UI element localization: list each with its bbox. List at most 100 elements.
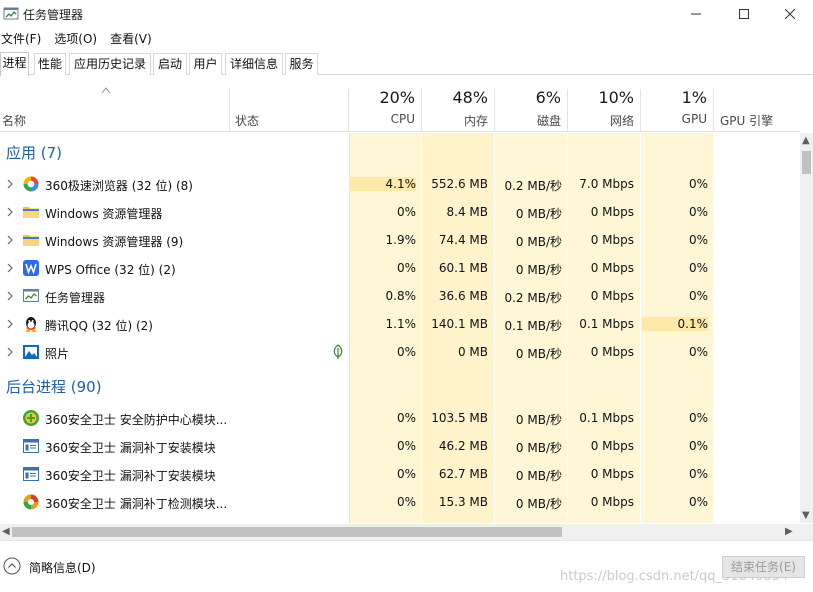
process-name: 360安全卫士 漏洞补丁检测模块... — [45, 497, 228, 511]
menu-view[interactable]: 查看(V) — [109, 29, 152, 49]
gpu-value: 0% — [688, 233, 708, 247]
table-row[interactable]: 360安全卫士 漏洞补丁安装模块 0% 46.2 MB 0 MB/秒 0 Mbp… — [0, 432, 800, 460]
column-divider[interactable] — [640, 89, 641, 132]
header-disk[interactable]: 磁盘 — [496, 112, 561, 129]
folder-icon — [23, 207, 39, 218]
chevron-right-icon[interactable] — [6, 179, 14, 189]
header-name[interactable]: 名称 — [2, 112, 26, 129]
scroll-right-icon[interactable]: ▶ — [785, 526, 793, 537]
header-network-percent[interactable]: 10% — [569, 88, 634, 107]
close-icon — [785, 9, 795, 19]
minimize-button[interactable] — [673, 0, 719, 28]
tab-performance[interactable]: 性能 — [34, 53, 66, 75]
table-row[interactable]: 360安全卫士 安全防护中心模块... 0% 103.5 MB 0 MB/秒 0… — [0, 404, 800, 432]
header-gpu-engine[interactable]: GPU 引擎 — [720, 112, 773, 129]
cpu-value: 0% — [396, 439, 416, 453]
process-name: 腾讯QQ (32 位) (2) — [45, 319, 153, 333]
table-row[interactable]: 360安全卫士 漏洞补丁安装模块 0% 62.7 MB 0 MB/秒 0 Mbp… — [0, 460, 800, 488]
maximize-button[interactable] — [721, 0, 767, 28]
vertical-scrollbar[interactable]: ▲ ▼ — [800, 133, 813, 523]
menu-file[interactable]: 文件(F) — [0, 29, 41, 49]
table-row[interactable]: Windows 资源管理器 0% 8.4 MB 0 MB/秒 0 Mbps 0% — [0, 198, 800, 226]
tab-users[interactable]: 用户 — [189, 53, 222, 75]
column-divider[interactable] — [567, 89, 568, 132]
chevron-right-icon[interactable] — [6, 235, 14, 245]
network-value: 0 Mbps — [590, 439, 634, 453]
table-row[interactable]: 任务管理器 0.8% 36.6 MB 0.2 MB/秒 0 Mbps 0% — [0, 282, 800, 310]
tab-services[interactable]: 服务 — [285, 53, 318, 75]
gpu-value: 0.1% — [642, 317, 708, 331]
network-value: 0.1 Mbps — [579, 411, 634, 425]
chevron-right-icon[interactable] — [6, 319, 14, 329]
table-row[interactable]: 360极速浏览器 (32 位) (8) 4.1% 552.6 MB 0.2 MB… — [0, 170, 800, 198]
table-row[interactable]: Windows 资源管理器 (9) 1.9% 74.4 MB 0 MB/秒 0 … — [0, 226, 800, 254]
window-title: 任务管理器 — [23, 8, 84, 22]
header-gpu-percent[interactable]: 1% — [642, 88, 707, 107]
cpu-value: 0% — [396, 495, 416, 509]
gpu-value: 0% — [688, 495, 708, 509]
close-button[interactable] — [767, 0, 813, 28]
header-disk-percent[interactable]: 6% — [496, 88, 561, 107]
header-cpu[interactable]: CPU — [350, 112, 415, 126]
scroll-down-icon[interactable]: ▼ — [802, 510, 810, 521]
patch-installer-icon — [23, 467, 39, 481]
disk-value: 0 MB/秒 — [515, 469, 562, 483]
gpu-value: 0% — [688, 467, 708, 481]
header-gpu[interactable]: GPU — [642, 112, 707, 126]
network-value: 0 Mbps — [590, 467, 634, 481]
header-cpu-percent[interactable]: 20% — [350, 88, 415, 107]
memory-value: 62.7 MB — [438, 467, 488, 481]
menu-options[interactable]: 选项(O) — [53, 29, 97, 49]
maximize-icon — [739, 9, 749, 19]
process-name: Windows 资源管理器 — [45, 207, 163, 221]
process-list: 应用 (7) 360极速浏览器 (32 位) (8) 4.1% 552.6 MB… — [0, 133, 800, 523]
table-row[interactable]: 360安全卫士 漏洞补丁检测模块... 0% 15.3 MB 0 MB/秒 0 … — [0, 488, 800, 516]
header-network[interactable]: 网络 — [569, 112, 634, 129]
group-title-background: 后台进程 (90) — [6, 378, 102, 396]
cpu-value: 0% — [396, 205, 416, 219]
tab-app-history[interactable]: 应用历史记录 — [69, 53, 151, 75]
group-background[interactable]: 后台进程 (90) — [0, 367, 800, 401]
tab-processes[interactable]: 进程 — [0, 52, 29, 76]
table-row[interactable]: 照片 0% 0 MB 0 MB/秒 0 Mbps 0% — [0, 338, 800, 366]
fewer-details-link[interactable]: 简略信息(D) — [29, 559, 96, 576]
column-divider[interactable] — [229, 89, 230, 132]
header-status[interactable]: 状态 — [235, 112, 259, 129]
folder-icon — [23, 235, 39, 246]
scroll-left-icon[interactable]: ◀ — [2, 526, 10, 537]
chevron-right-icon[interactable] — [6, 207, 14, 217]
chevron-right-icon[interactable] — [6, 263, 14, 273]
task-manager-icon — [3, 7, 19, 20]
tab-startup[interactable]: 启动 — [153, 53, 187, 75]
group-apps[interactable]: 应用 (7) — [0, 133, 800, 167]
horizontal-scrollbar[interactable]: ◀ ▶ — [0, 524, 813, 540]
360-browser-icon — [23, 176, 39, 192]
disk-value: 0 MB/秒 — [515, 413, 562, 427]
scroll-up-icon[interactable]: ▲ — [802, 135, 810, 146]
cpu-value: 0% — [396, 467, 416, 481]
end-task-button[interactable]: 结束任务(E) — [722, 556, 805, 578]
chevron-right-icon[interactable] — [6, 291, 14, 301]
column-divider[interactable] — [348, 89, 349, 132]
column-header: 名称 状态 20% CPU 48% 内存 6% 磁盘 10% 网络 1% GPU… — [0, 76, 800, 132]
header-memory-percent[interactable]: 48% — [423, 88, 488, 107]
header-memory[interactable]: 内存 — [423, 112, 488, 129]
memory-value: 8.4 MB — [446, 205, 488, 219]
vertical-scroll-thumb[interactable] — [802, 151, 811, 174]
cpu-value: 0% — [396, 345, 416, 359]
table-row[interactable]: WPS Office (32 位) (2) 0% 60.1 MB 0 MB/秒 … — [0, 254, 800, 282]
disk-value: 0 MB/秒 — [515, 207, 562, 221]
column-divider[interactable] — [421, 89, 422, 132]
chevron-up-circle-icon[interactable] — [3, 557, 21, 575]
sort-ascending-icon[interactable] — [101, 86, 111, 94]
column-divider[interactable] — [494, 89, 495, 132]
column-divider[interactable] — [713, 89, 714, 132]
memory-value: 15.3 MB — [438, 495, 488, 509]
gpu-value: 0% — [688, 205, 708, 219]
chevron-right-icon[interactable] — [6, 347, 14, 357]
table-row[interactable]: 腾讯QQ (32 位) (2) 1.1% 140.1 MB 0.1 MB/秒 0… — [0, 310, 800, 338]
horizontal-scroll-thumb[interactable] — [12, 527, 562, 537]
gpu-value: 0% — [688, 261, 708, 275]
network-value: 0 Mbps — [590, 233, 634, 247]
tab-details[interactable]: 详细信息 — [225, 53, 283, 75]
